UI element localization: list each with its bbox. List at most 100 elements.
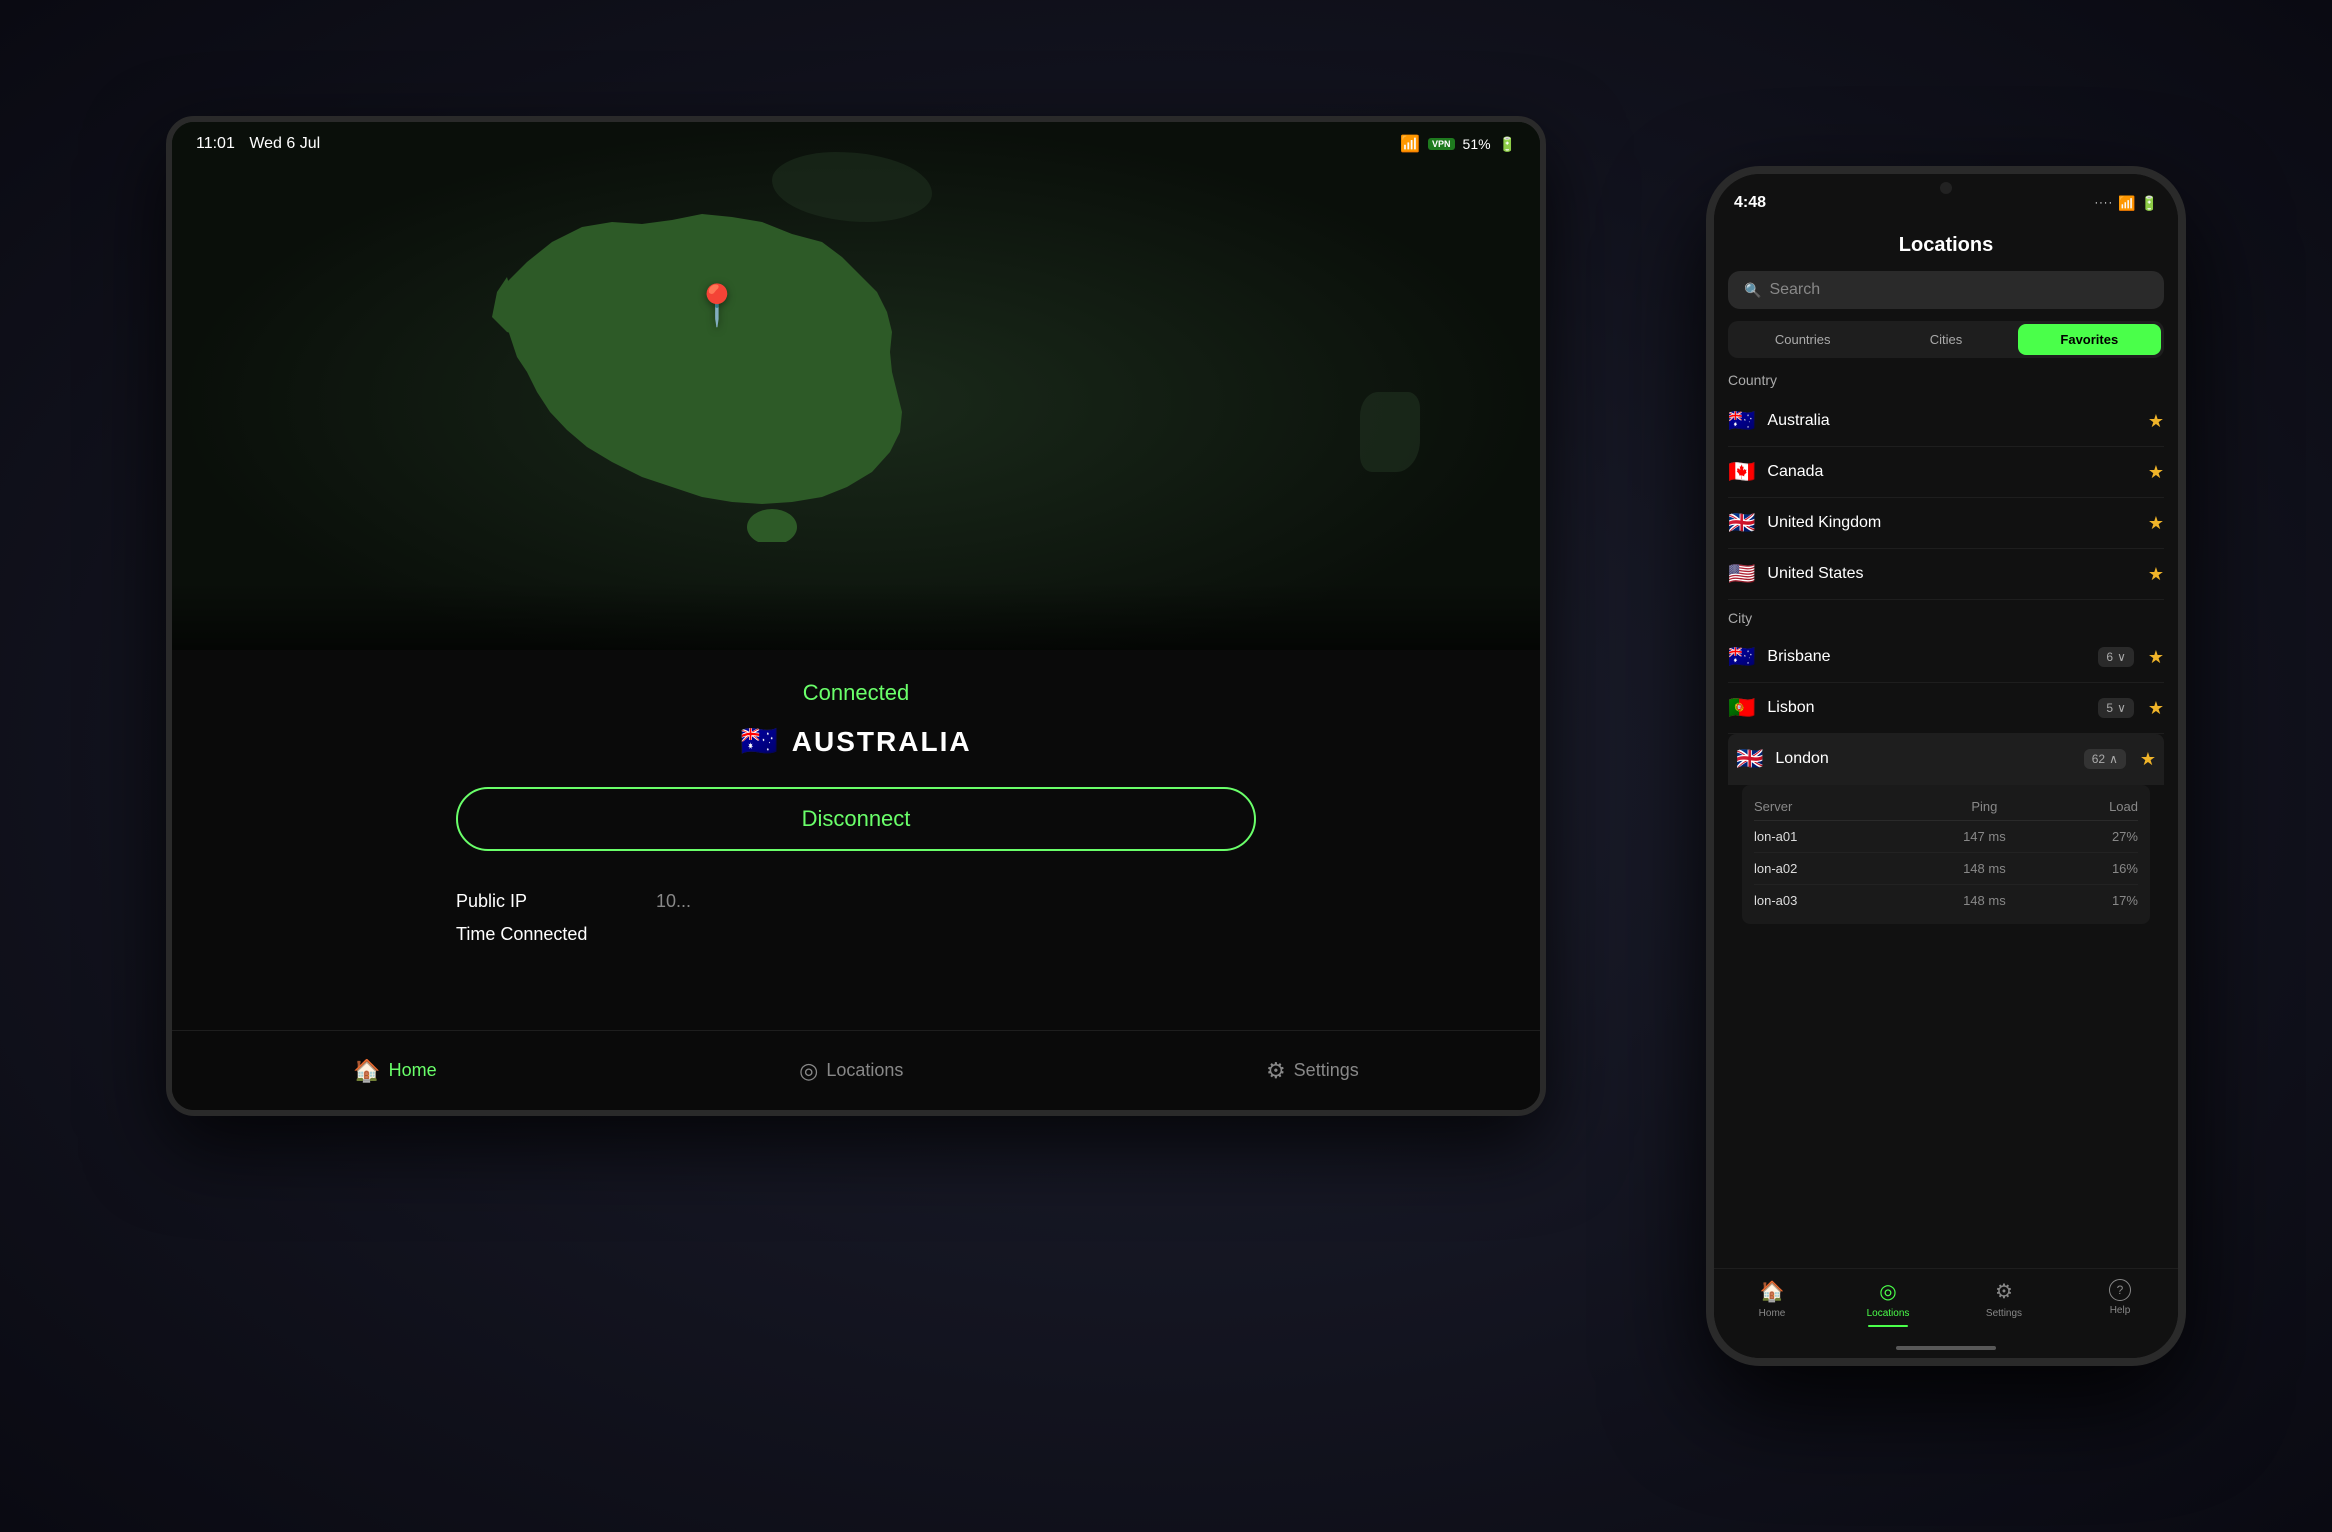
canada-flag: 🇨🇦 [1728, 459, 1755, 485]
brisbane-star: ★ [2148, 647, 2164, 668]
search-icon: 🔍 [1744, 282, 1761, 299]
chevron-down-icon-lisbon: ∨ [2117, 701, 2126, 715]
uk-star: ★ [2148, 513, 2164, 534]
brisbane-name: Brisbane [1767, 648, 2098, 666]
phone-nav-locations[interactable]: ◎ Locations [1853, 1279, 1923, 1327]
server-load-3: 17% [2061, 893, 2138, 908]
phone-home-label: Home [1759, 1308, 1786, 1319]
london-name: London [1775, 750, 2083, 768]
tablet-status-right: 📶 VPN 51% 🔋 [1400, 134, 1516, 154]
search-bar[interactable]: 🔍 Search [1728, 271, 2164, 309]
chevron-down-icon: ∨ [2117, 650, 2126, 664]
ping-col-header: Ping [1908, 799, 2062, 814]
phone-locations-icon: ◎ [1879, 1279, 1896, 1304]
list-item-us[interactable]: 🇺🇸 United States ★ [1728, 549, 2164, 600]
phone-help-label: Help [2110, 1305, 2131, 1316]
phone-camera [1940, 182, 1952, 194]
server-load-2: 16% [2061, 861, 2138, 876]
lisbon-name: Lisbon [1767, 699, 2098, 717]
list-item-brisbane[interactable]: 🇦🇺 Brisbane 6 ∨ ★ [1728, 632, 2164, 683]
tablet-statusbar: 11:01 Wed 6 Jul 📶 VPN 51% 🔋 [172, 122, 1540, 166]
australia-map-shape: 📍 [332, 162, 1052, 542]
list-item-london[interactable]: 🇬🇧 London 62 ∧ ★ [1728, 734, 2164, 785]
australia-name: Australia [1767, 412, 2139, 430]
phone-locations-label: Locations [1867, 1308, 1910, 1319]
uk-flag: 🇬🇧 [1728, 510, 1755, 536]
phone-status-right: ···· 📶 🔋 [2094, 195, 2158, 212]
server-name-1: lon-a01 [1754, 829, 1908, 844]
canada-name: Canada [1767, 463, 2139, 481]
london-flag: 🇬🇧 [1736, 746, 1763, 772]
phone-time: 4:48 [1734, 194, 1766, 212]
country-name: AUSTRALIA [792, 726, 972, 758]
battery-icon-phone: 🔋 [2141, 195, 2158, 212]
tablet-nav: 🏠 Home ◎ Locations ⚙ Settings [172, 1030, 1540, 1110]
wifi-icon: 📶 [1400, 134, 1420, 154]
server-table: Server Ping Load lon-a01 147 ms 27% [1742, 785, 2150, 924]
public-ip-label: Public IP [456, 891, 636, 912]
time-connected-label: Time Connected [456, 924, 636, 945]
server-ping-1: 147 ms [1908, 829, 2062, 844]
home-icon: 🏠 [353, 1058, 380, 1084]
tablet-nav-home[interactable]: 🏠 Home [333, 1048, 456, 1094]
london-star: ★ [2140, 749, 2156, 770]
home-indicator [1896, 1346, 1996, 1350]
us-name: United States [1767, 565, 2139, 583]
list-item-uk[interactable]: 🇬🇧 United Kingdom ★ [1728, 498, 2164, 549]
location-list: Country 🇦🇺 Australia ★ 🇨🇦 Canada ★ [1714, 372, 2178, 924]
lisbon-flag: 🇵🇹 [1728, 695, 1755, 721]
server-load-1: 27% [2061, 829, 2138, 844]
disconnect-button[interactable]: Disconnect [456, 787, 1256, 851]
brisbane-count-badge: 6 ∨ [2098, 647, 2133, 667]
phone-home-icon: 🏠 [1760, 1279, 1785, 1304]
locations-icon: ◎ [799, 1058, 818, 1084]
us-star: ★ [2148, 564, 2164, 585]
battery-icon: 🔋 [1499, 136, 1516, 153]
city-section-label: City [1728, 610, 2164, 626]
tablet-time: 11:01 Wed 6 Jul [196, 135, 320, 153]
lisbon-count-badge: 5 ∨ [2098, 698, 2133, 718]
tab-favorites[interactable]: Favorites [2018, 324, 2161, 355]
phone-nav: 🏠 Home ◎ Locations ⚙ Settings ? Help [1714, 1268, 2178, 1358]
public-ip-value: 10... [656, 891, 691, 912]
phone-nav-settings[interactable]: ⚙ Settings [1969, 1279, 2039, 1319]
list-item-lisbon[interactable]: 🇵🇹 Lisbon 5 ∨ ★ [1728, 683, 2164, 734]
tab-countries[interactable]: Countries [1731, 324, 1874, 355]
server-row-1[interactable]: lon-a01 147 ms 27% [1754, 821, 2138, 853]
list-item-australia[interactable]: 🇦🇺 Australia ★ [1728, 396, 2164, 447]
phone-header-title: Locations [1714, 224, 2178, 271]
public-ip-row: Public IP 10... [456, 891, 1256, 912]
signal-icon: ···· [2094, 197, 2113, 209]
us-flag: 🇺🇸 [1728, 561, 1755, 587]
country-display: 🇦🇺 AUSTRALIA [740, 724, 971, 759]
server-ping-3: 148 ms [1908, 893, 2062, 908]
country-section-label: Country [1728, 372, 2164, 388]
country-flag: 🇦🇺 [740, 724, 777, 759]
chevron-up-icon: ∧ [2109, 752, 2118, 766]
server-row-3[interactable]: lon-a03 148 ms 17% [1754, 885, 2138, 916]
london-count-badge: 62 ∧ [2084, 749, 2126, 769]
phone-nav-home[interactable]: 🏠 Home [1737, 1279, 1807, 1319]
phone-statusbar: 4:48 ···· 📶 🔋 [1714, 174, 2178, 224]
tablet-nav-settings[interactable]: ⚙ Settings [1246, 1048, 1379, 1094]
lisbon-star: ★ [2148, 698, 2164, 719]
phone-tabs: Countries Cities Favorites [1728, 321, 2164, 358]
tablet-nav-locations[interactable]: ◎ Locations [779, 1048, 923, 1094]
phone-nav-underline [1868, 1325, 1908, 1327]
brisbane-flag: 🇦🇺 [1728, 644, 1755, 670]
phone-settings-icon: ⚙ [1995, 1279, 2013, 1304]
settings-icon: ⚙ [1266, 1058, 1286, 1084]
australia-star: ★ [2148, 411, 2164, 432]
tablet-info: Public IP 10... Time Connected [456, 891, 1256, 945]
vpn-badge: VPN [1428, 138, 1455, 150]
server-row-2[interactable]: lon-a02 148 ms 16% [1754, 853, 2138, 885]
time-connected-row: Time Connected [456, 924, 1256, 945]
phone-help-icon: ? [2109, 1279, 2131, 1301]
tab-cities[interactable]: Cities [1874, 324, 2017, 355]
map-pin: 📍 [692, 282, 742, 329]
load-col-header: Load [2061, 799, 2138, 814]
server-table-header: Server Ping Load [1754, 793, 2138, 821]
list-item-canada[interactable]: 🇨🇦 Canada ★ [1728, 447, 2164, 498]
nz-shape [1360, 392, 1420, 472]
phone-nav-help[interactable]: ? Help [2085, 1279, 2155, 1316]
